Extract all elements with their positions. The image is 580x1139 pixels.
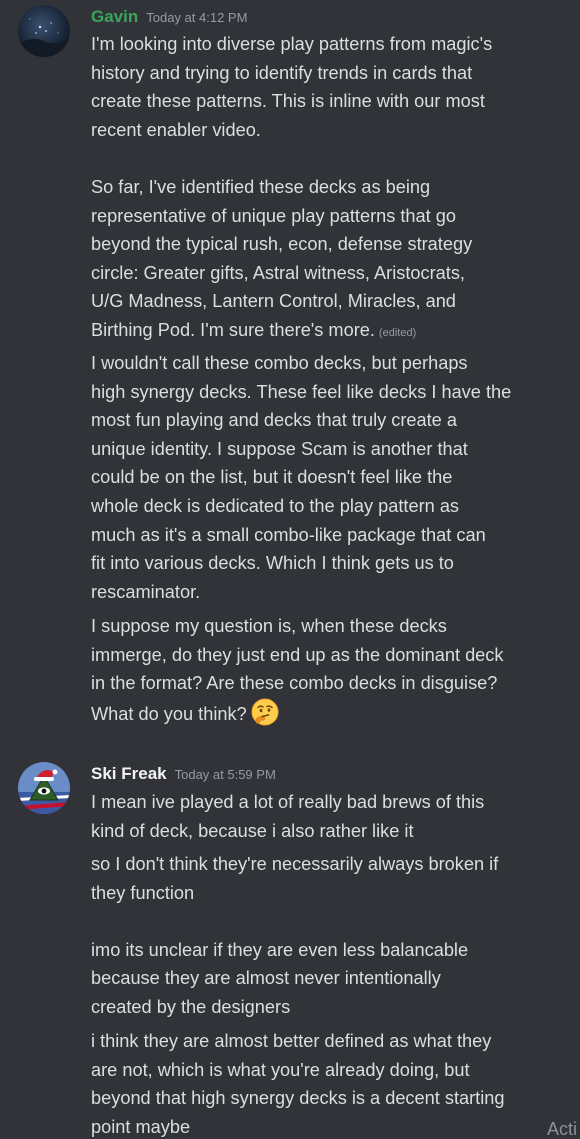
message-header-ski-freak: Ski Freak Today at 5:59 PM [91,762,276,786]
message-group-gavin: Gavin Today at 4:12 PM I'm looking into d… [0,0,580,740]
night-sky-avatar-icon [18,5,70,57]
message-line: history and trying to identify trends in… [91,62,473,83]
message-text: I'm looking into diverse play patterns f… [91,30,561,345]
avatar-gavin[interactable] [18,5,70,57]
message-text: I wouldn't call these combo decks, but p… [91,349,561,606]
message-line-last: What do you think? [91,698,561,727]
avatar-ski-freak[interactable] [18,762,70,814]
message-line: created by the designers [91,996,291,1017]
message-line: so I don't think they're necessarily alw… [91,854,499,874]
message-line: imo its unclear if they are even less ba… [91,939,469,960]
message-line: create these patterns. This is inline wi… [91,91,485,112]
message-group-ski-freak: Ski Freak Today at 5:59 PM I mean ive pla… [0,740,580,1139]
message-line: they function [91,882,195,903]
message-line [91,907,561,936]
eye-pyramid-santa-hat-avatar-icon [18,762,70,814]
message-line: So far, I've identified these decks as b… [91,176,431,197]
message-line: I wouldn't call these combo decks, but p… [91,353,468,373]
timestamp-gavin[interactable]: Today at 4:12 PM [146,10,247,25]
timestamp-ski-freak[interactable]: Today at 5:59 PM [175,767,276,782]
message-line-text: What do you think? [91,703,247,724]
message-line [91,144,561,173]
message-line-last: Birthing Pod. I'm sure there's more. (edi… [91,316,561,345]
activate-watermark: Acti [547,1119,578,1139]
message-line: whole deck is dedicated to the play patt… [91,495,460,516]
message-line: kind of deck, because i also rather like… [91,820,414,841]
message-line: I'm looking into diverse play patterns f… [91,34,493,54]
message-line: point maybe [91,1116,191,1137]
message-line: i think they are almost better defined a… [91,1031,492,1051]
message-line: beyond the typical rush, econ, defense s… [91,234,473,255]
username-ski-freak[interactable]: Ski Freak [91,764,167,783]
message-line: unique identity. I suppose Scam is anoth… [91,438,468,459]
message-line: are not, which is what you're already do… [91,1059,470,1080]
message-line: recent enabler video. [91,119,261,140]
message-text: so I don't think they're necessarily alw… [91,850,561,1022]
message-text: I suppose my question is, when these dec… [91,612,561,726]
message-line: high synergy decks. These feel like deck… [91,381,512,402]
message-line-text: Birthing Pod. I'm sure there's more. [91,319,375,340]
message-line: because they are almost never intentiona… [91,968,441,989]
message-text: i think they are almost better defined a… [91,1027,561,1139]
edited-label: (edited) [378,326,417,339]
message-line: could be on the list, but it doesn't fee… [91,467,453,488]
message-header-gavin: Gavin Today at 4:12 PM [91,5,247,29]
username-gavin[interactable]: Gavin [91,7,138,26]
message-text: I mean ive played a lot of really bad br… [91,788,561,845]
message-line: much as it's a small combo-like package … [91,524,486,545]
message-line: I suppose my question is, when these dec… [91,616,447,636]
thinking-face-icon[interactable] [251,698,279,735]
message-line: immerge, do they just end up as the domi… [91,644,504,665]
message-line: rescaminator. [91,581,201,602]
message-line: beyond that high synergy decks is a dece… [91,1088,505,1109]
message-line: in the format? Are these combo decks in … [91,673,498,694]
message-line: most fun playing and decks that truly cr… [91,410,457,431]
message-line: U/G Madness, Lantern Control, Miracles, … [91,291,456,312]
message-line: representative of unique play patterns t… [91,205,457,226]
message-line: fit into various decks. Which I think ge… [91,553,454,574]
message-line: circle: Greater gifts, Astral witness, A… [91,262,465,283]
message-line: I mean ive played a lot of really bad br… [91,792,485,812]
